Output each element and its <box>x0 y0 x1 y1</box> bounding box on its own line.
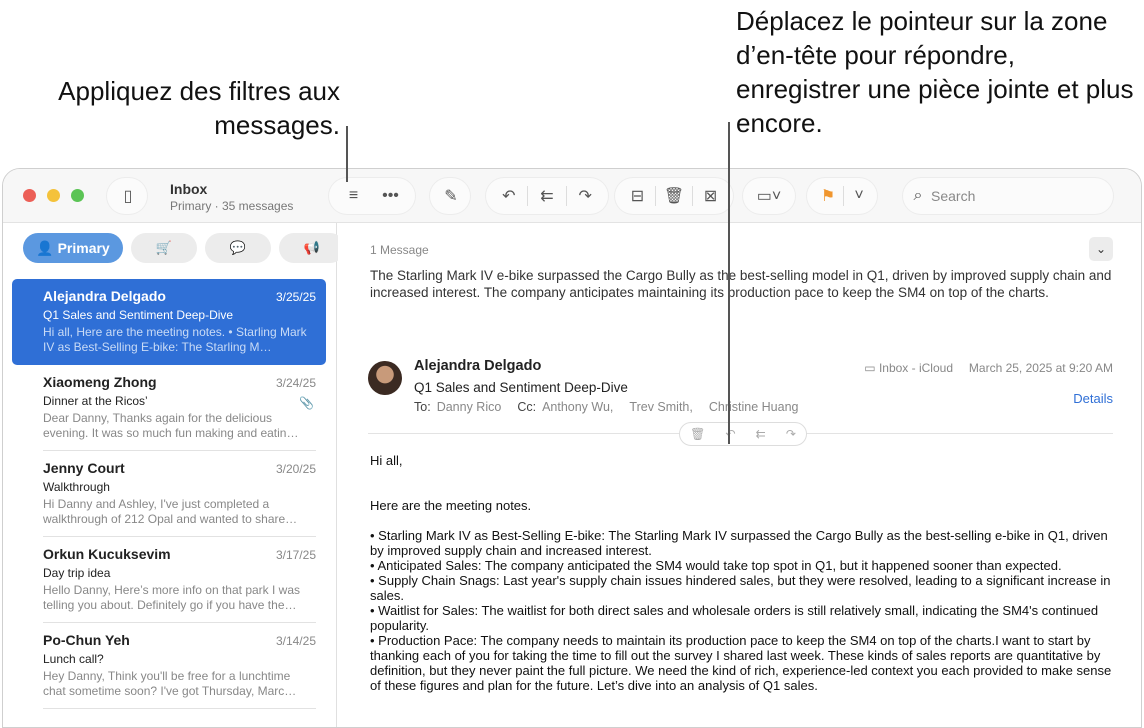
callout-header: Déplacez le pointeur sur la zone d’en-tê… <box>736 4 1136 140</box>
compose-icon[interactable]: ✎ <box>436 186 466 206</box>
cc-recipient[interactable]: Trev Smith, <box>629 400 692 414</box>
sidebar-icon: ▯ <box>113 186 143 206</box>
move-folder-icon[interactable]: ▭˅ <box>754 186 784 206</box>
email-date: March 25, 2025 at 9:20 AM <box>969 361 1113 375</box>
email-body: Hi all, Here are the meeting notes. • St… <box>370 453 1115 693</box>
expand-chevron-icon[interactable]: ⌄ <box>1089 237 1113 261</box>
message-item[interactable]: Xiaomeng Zhong3/24/25Dinner at the Ricos… <box>12 365 326 451</box>
avatar <box>368 361 402 395</box>
cc-recipient[interactable]: Christine Huang <box>709 400 799 414</box>
email-subject: Q1 Sales and Sentiment Deep-Dive <box>414 380 628 395</box>
reply-icon[interactable]: ↶ <box>725 427 735 441</box>
mailbox-label: Inbox - iCloud <box>879 361 953 375</box>
attachment-icon: 📎 <box>299 396 314 410</box>
thread-count: 1 Message <box>370 243 429 257</box>
zoom-button[interactable] <box>71 189 84 202</box>
message-item[interactable]: Orkun Kucuksevim3/17/25Day trip ideaHell… <box>12 537 326 623</box>
more-icon[interactable]: ••• <box>376 187 406 205</box>
category-transactions[interactable]: 🛒 <box>131 233 197 263</box>
mail-window: ▯ InboxPrimary · 35 messages ≡••• ✎ ↶⇇↷ … <box>2 168 1142 728</box>
close-button[interactable] <box>23 189 36 202</box>
person-icon: 👤 <box>36 240 57 257</box>
reply-all-icon[interactable]: ⇇ <box>756 427 766 441</box>
forward-icon[interactable]: ↷ <box>786 427 796 441</box>
filter-icon[interactable]: ≡ <box>339 187 369 205</box>
search-input[interactable]: Search <box>931 188 975 204</box>
message-list: Alejandra Delgado3/25/25Q1 Sales and Sen… <box>12 279 326 709</box>
toolbar: ▯ InboxPrimary · 35 messages ≡••• ✎ ↶⇇↷ … <box>3 169 1141 223</box>
callout-line-header <box>728 122 730 444</box>
archive-icon[interactable]: ⊟ <box>622 186 652 206</box>
message-viewer: 1 Message ⌄ The Starling Mark IV e-bike … <box>338 223 1141 727</box>
cart-icon: 🛒 <box>156 240 172 256</box>
chat-icon: 💬 <box>230 240 246 256</box>
cc-recipient[interactable]: Anthony Wu, <box>542 400 613 414</box>
minimize-button[interactable] <box>47 189 60 202</box>
flag-icon[interactable]: ⚑ <box>813 186 843 206</box>
search-field[interactable]: ⌕Search <box>903 178 1113 214</box>
reply-all-icon[interactable]: ⇇ <box>532 186 562 206</box>
flag-menu-chevron-icon[interactable]: ˅ <box>844 187 874 205</box>
message-item[interactable]: Alejandra Delgado3/25/25Q1 Sales and Sen… <box>12 279 326 365</box>
category-promotions[interactable]: 📢 <box>279 233 345 263</box>
callout-line-filters <box>346 126 348 182</box>
mailbox-title: Inbox <box>170 181 293 197</box>
recipients: To:Danny RicoCc:Anthony Wu,Trev Smith,Ch… <box>414 400 814 414</box>
sender-name[interactable]: Alejandra Delgado <box>414 358 541 374</box>
details-link[interactable]: Details <box>1073 391 1113 406</box>
header-hover-actions: 🗑 ↶ ⇇ ↷ <box>679 422 807 446</box>
trash-icon[interactable]: 🗑 <box>690 427 705 441</box>
message-list-pane: 👤 Primary 🛒 💬 📢 Alejandra Delgado3/25/25… <box>3 223 337 727</box>
message-item[interactable]: Jenny Court3/20/25WalkthroughHi Danny an… <box>12 451 326 537</box>
to-recipient[interactable]: Danny Rico <box>437 400 502 414</box>
mailbox-subtitle: Primary · 35 messages <box>170 199 293 213</box>
category-primary[interactable]: 👤 Primary <box>23 233 123 263</box>
junk-icon[interactable]: ⊠ <box>696 186 726 206</box>
reply-icon[interactable]: ↶ <box>494 186 524 206</box>
message-item[interactable]: Po-Chun Yeh3/14/25Lunch call?Hey Danny, … <box>12 623 326 709</box>
folder-icon: ▭ <box>864 361 879 375</box>
search-icon: ⌕ <box>909 187 927 205</box>
sidebar-toggle-button[interactable]: ▯ <box>107 178 147 214</box>
callout-filters: Appliquez des filtres aux messages. <box>40 74 340 142</box>
thread-summary: The Starling Mark IV e-bike surpassed th… <box>370 267 1115 301</box>
megaphone-icon: 📢 <box>304 240 320 256</box>
forward-icon[interactable]: ↷ <box>570 186 600 206</box>
category-updates[interactable]: 💬 <box>205 233 271 263</box>
trash-icon[interactable]: 🗑 <box>659 186 689 206</box>
